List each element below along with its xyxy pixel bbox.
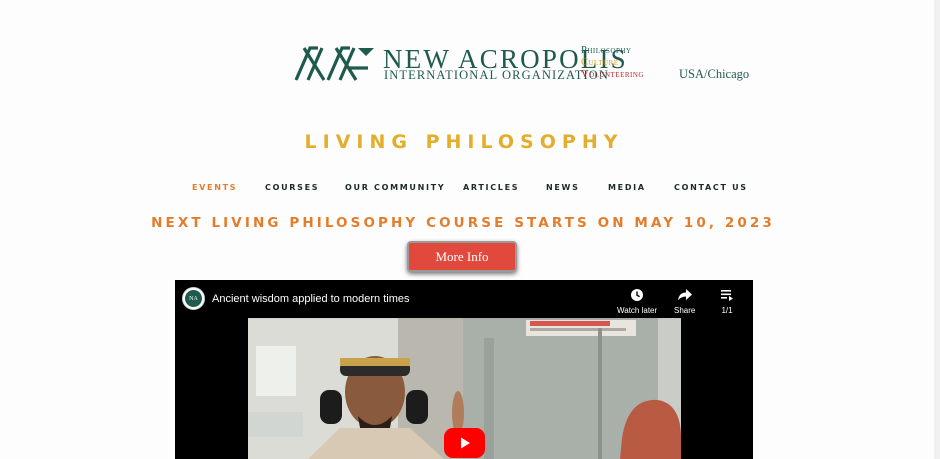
nav-item-articles[interactable]: ARTICLES [463,183,519,192]
play-button[interactable] [444,428,485,458]
tag-volunteering: Volunteering [581,69,644,80]
logo-tags: Philosophy Culture Volunteering [581,45,644,81]
tag-philosophy: Philosophy [581,45,632,56]
playlist-button[interactable]: 1/1 [719,288,735,315]
clock-icon [631,289,644,301]
youtube-video-embed[interactable]: NA Ancient wisdom applied to modern time… [175,280,753,459]
share-button[interactable]: Share [674,288,695,315]
site-title: LIVING PHILOSOPHY [304,131,624,153]
new-acropolis-logo-icon [294,46,374,81]
nav-item-courses[interactable]: COURSES [265,183,319,192]
playlist-count: 1/1 [721,306,733,315]
main-nav: EVENTS COURSES OUR COMMUNITY ARTICLES NE… [0,183,940,195]
location-label[interactable]: USA/Chicago [679,67,749,82]
nav-item-events[interactable]: EVENTS [192,183,237,192]
share-icon [677,289,692,301]
nav-item-media[interactable]: MEDIA [608,183,646,192]
watch-later-label: Watch later [617,306,658,315]
channel-avatar[interactable]: NA [182,287,205,310]
watch-later-button[interactable]: Watch later [617,288,657,315]
video-title[interactable]: Ancient wisdom applied to modern times [212,293,409,305]
tag-culture: Culture [581,57,619,68]
playlist-icon [721,290,733,301]
more-info-button[interactable]: More Info [407,241,517,272]
logo-subtitle: INTERNATIONAL ORGANIZATION [384,68,609,82]
nav-item-contact-us[interactable]: CONTACT US [674,183,748,192]
nav-item-news[interactable]: NEWS [546,183,580,192]
share-label: Share [674,306,696,315]
course-announcement: NEXT LIVING PHILOSOPHY COURSE STARTS ON … [151,215,775,231]
play-icon [460,437,470,449]
channel-logo-icon: NA [185,290,202,307]
nav-item-our-community[interactable]: OUR COMMUNITY [345,183,445,192]
page-scrollbar[interactable] [934,0,940,459]
